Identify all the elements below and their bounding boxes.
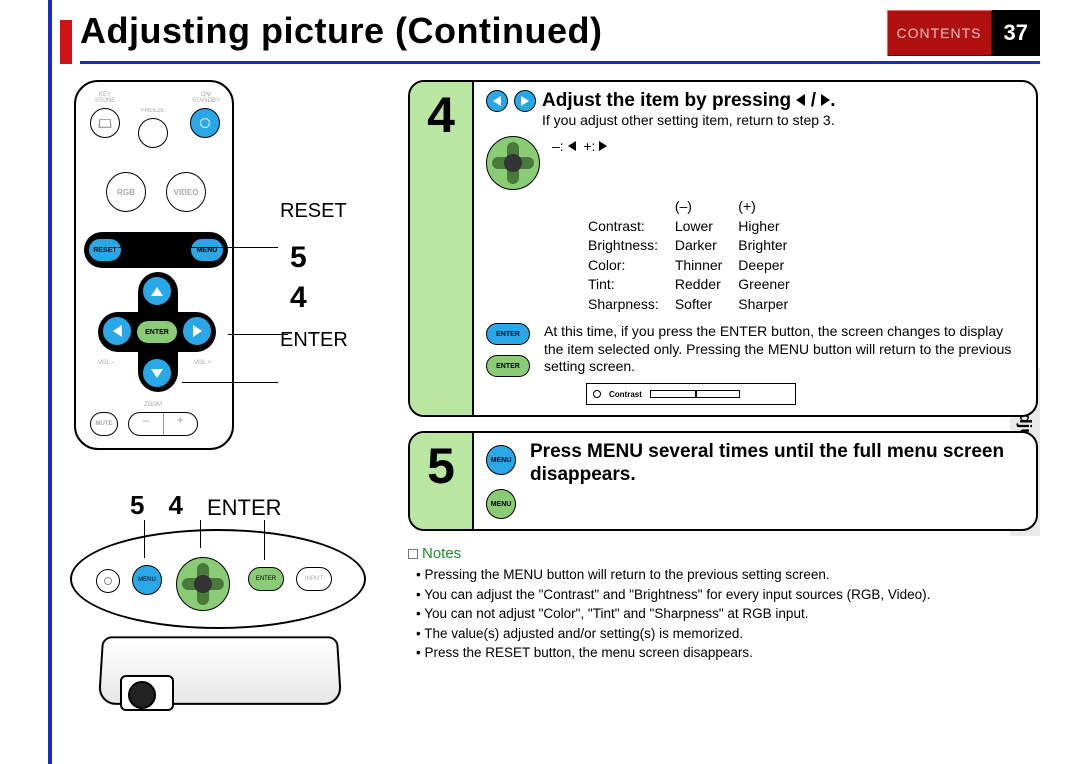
panel-callout-enter: ENTER	[207, 495, 282, 521]
panel-input-button: INPUT	[296, 567, 332, 591]
step-5-heading: Press MENU several times until the full …	[530, 441, 1024, 487]
note-item: You can adjust the "Contrast" and "Brigh…	[428, 586, 1038, 604]
table-row: Contrast:LowerHigher	[588, 218, 804, 236]
step-4-heading: Adjust the item by pressing / .	[486, 90, 1024, 112]
nav-down-button	[142, 358, 172, 388]
panel-callout-4: 4	[168, 490, 182, 521]
right-triangle-glyph	[821, 94, 830, 106]
callout-5: 5	[290, 241, 348, 275]
enter-pill-blue: ENTER	[486, 323, 530, 345]
nav-left-button	[102, 316, 132, 346]
table-row: Tint:RedderGreener	[588, 276, 804, 294]
step-4-number: 4	[410, 82, 474, 415]
keystone-button	[90, 108, 120, 138]
leader-enter	[182, 382, 278, 383]
page-number: 37	[992, 10, 1040, 56]
panel-power-button	[96, 569, 120, 593]
step-5-number: 5	[410, 433, 474, 529]
osd-contrast-icon	[593, 390, 601, 398]
panel-joystick	[176, 553, 232, 609]
zoom-rocker: –+	[128, 412, 198, 436]
right-steps-column: 4 Adjust the item by pressing / . If you…	[408, 80, 1038, 664]
projector-panel-illustration: 5 4 ENTER MENU ENTER INPUT	[70, 490, 370, 705]
leader-panel-4	[200, 520, 201, 548]
remote-callouts: RESET 5 4 ENTER	[250, 200, 348, 358]
notes-section: Notes Pressing the MENU button will retu…	[408, 545, 1038, 662]
col-minus: (–)	[675, 198, 736, 216]
contents-button[interactable]: CONTENTS	[887, 10, 992, 56]
projector-body	[100, 635, 340, 705]
step-5: 5 MENU MENU Press MENU several times unt…	[408, 431, 1038, 531]
power-button	[190, 108, 220, 138]
note-item: The value(s) adjusted and/or setting(s) …	[428, 625, 1038, 643]
notes-square-icon	[408, 549, 418, 559]
leader-panel-enter	[264, 520, 265, 560]
remote-label-volplus: VOL +	[194, 360, 211, 366]
mute-button: MUTE	[90, 412, 118, 436]
panel-callouts: 5 4 ENTER	[70, 490, 370, 521]
callout-reset: RESET	[280, 200, 348, 223]
table-row: Brightness:DarkerBrighter	[588, 237, 804, 255]
step-4-subtext: If you adjust other setting item, return…	[542, 112, 1024, 128]
rgb-button: RGB	[106, 172, 146, 212]
callout-4: 4	[290, 281, 348, 315]
remote-label-volminus: VOL –	[98, 360, 115, 366]
callout-enter: ENTER	[280, 329, 348, 352]
freeze-button	[138, 118, 168, 148]
remote-label-freeze: FREEZE	[136, 108, 170, 114]
osd-label: Contrast	[609, 390, 642, 399]
remote-label-zoom: ZOOM	[144, 402, 162, 408]
note-item: You can not adjust "Color", "Tint" and "…	[428, 605, 1038, 623]
table-row: Color:ThinnerDeeper	[588, 257, 804, 275]
left-triangle-glyph	[796, 94, 805, 106]
leader-panel-5	[144, 520, 145, 558]
nav-up-button	[142, 276, 172, 306]
note-item: Press the RESET button, the menu screen …	[428, 644, 1038, 662]
step-4-minmax: –: +:	[552, 138, 607, 154]
step-4-heading-text: Adjust the item by pressing / .	[542, 90, 836, 112]
projector-lens	[120, 675, 174, 711]
left-red-marker	[60, 20, 72, 64]
step-4: 4 Adjust the item by pressing / . If you…	[408, 80, 1038, 417]
panel-callout-5: 5	[130, 490, 144, 521]
left-arrow-icon	[486, 90, 508, 112]
panel-menu-button: MENU	[132, 565, 162, 595]
remote-control-illustration: KEY STONE ON/ STANDBY FREEZE RGB VIDEO R…	[74, 80, 234, 450]
enter-pill-green: ENTER	[486, 355, 530, 377]
page-title: Adjusting picture (Continued)	[80, 10, 602, 51]
remote-label-keystone: KEY STONE	[90, 92, 120, 104]
osd-slider	[650, 390, 740, 398]
nav-right-button	[182, 316, 212, 346]
projector-top-panel: MENU ENTER INPUT	[70, 529, 366, 629]
left-blue-rule	[48, 0, 52, 764]
remote-label-onstandby: ON/ STANDBY	[186, 92, 226, 104]
right-arrow-icon	[514, 90, 536, 112]
joystick-icon	[486, 136, 540, 190]
panel-enter-button: ENTER	[248, 567, 284, 591]
reset-button: RESET	[88, 238, 122, 262]
osd-preview: Contrast	[586, 383, 796, 405]
nav-cross: ENTER	[98, 272, 216, 392]
notes-heading: Notes	[408, 545, 1038, 562]
left-illustration-column: KEY STONE ON/ STANDBY FREEZE RGB VIDEO R…	[70, 80, 380, 705]
menu-circle-blue: MENU	[486, 445, 516, 475]
step-4-enter-note: At this time, if you press the ENTER but…	[544, 323, 1024, 377]
enter-button: ENTER	[136, 320, 178, 344]
page-box: CONTENTS 37	[887, 10, 1040, 56]
table-row: Sharpness:SofterSharper	[588, 296, 804, 314]
menu-circle-green: MENU	[486, 489, 516, 519]
note-item: Pressing the MENU button will return to …	[428, 566, 1038, 584]
col-plus: (+)	[738, 198, 803, 216]
menu-button: MENU	[190, 238, 224, 262]
video-button: VIDEO	[166, 172, 206, 212]
adjustment-table: (–)(+) Contrast:LowerHigher Brightness:D…	[586, 196, 806, 315]
